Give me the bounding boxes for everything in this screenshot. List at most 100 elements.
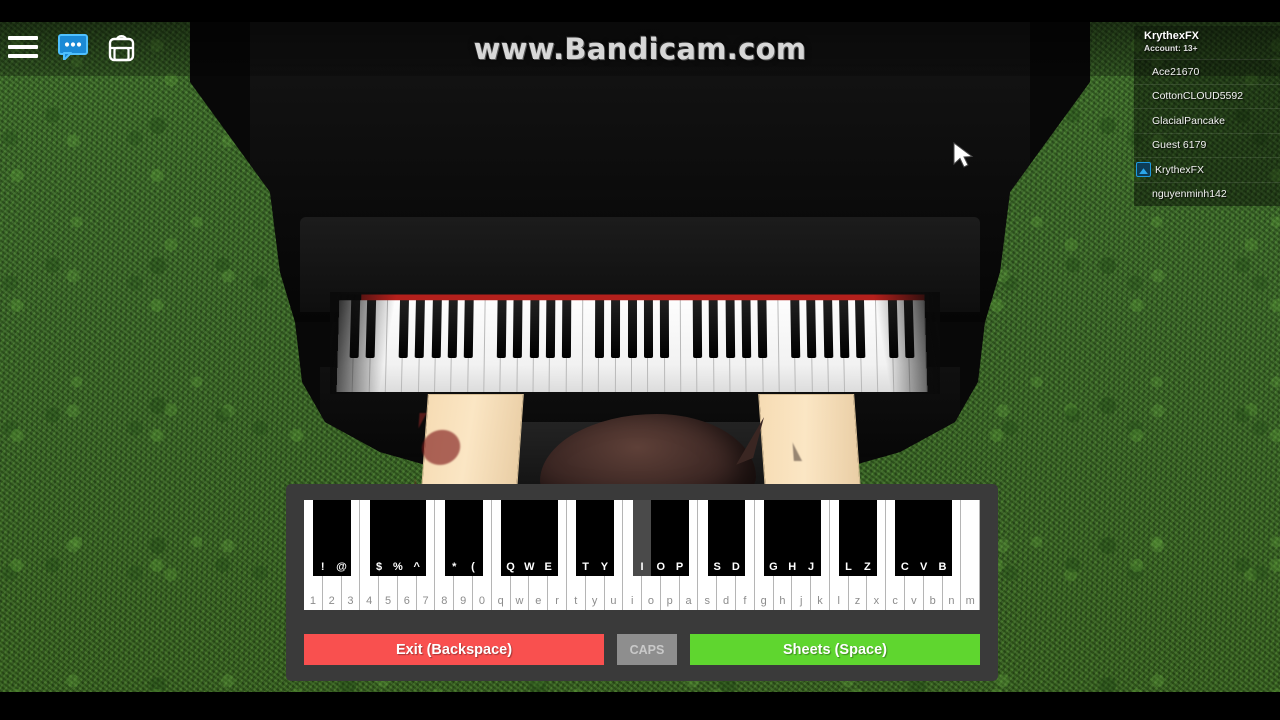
piano-3d-black-key[interactable] [806, 300, 817, 359]
piano-3d-black-key[interactable] [838, 300, 850, 359]
virtual-black-key[interactable]: % [388, 500, 408, 576]
player-list-item[interactable]: Ace21670 [1134, 59, 1280, 84]
white-key-label: 8 [441, 595, 448, 607]
white-key-label: 4 [366, 595, 373, 607]
virtual-black-key[interactable]: ! [313, 500, 333, 576]
virtual-black-key[interactable]: * [444, 500, 464, 576]
piano-3d-black-keys[interactable] [338, 300, 927, 359]
virtual-black-key[interactable]: V [914, 500, 934, 576]
virtual-black-key[interactable]: T [576, 500, 596, 576]
piano-3d-keybed[interactable] [336, 294, 928, 393]
exit-button-label: Exit (Backspace) [395, 641, 513, 658]
white-key-label: u [610, 595, 617, 607]
white-key-label: h [779, 595, 786, 607]
white-key-label: t [574, 595, 578, 607]
piano-3d-black-key[interactable] [447, 300, 458, 359]
virtual-black-key[interactable]: Q [501, 500, 521, 576]
caps-button[interactable]: CAPS [617, 634, 677, 665]
virtual-black-key[interactable]: $ [369, 500, 389, 576]
white-key-label: z [854, 595, 861, 607]
piano-3d-black-key[interactable] [790, 300, 801, 359]
piano-3d-black-key[interactable] [741, 300, 752, 359]
virtual-black-key[interactable]: H [782, 500, 802, 576]
virtual-black-key[interactable]: D [726, 500, 746, 576]
virtual-black-key[interactable]: J [801, 500, 821, 576]
virtual-keyboard[interactable]: 1 2 3 4 5 6 7 8 9 0 q w e r t y u i o p a s d f g h j k l z x c v b n m! @ $%… [304, 500, 981, 610]
white-key-label: r [555, 595, 559, 607]
player-name: Ace21670 [1152, 65, 1200, 78]
player-list-item[interactable]: nguyenminh142 [1134, 181, 1280, 206]
exit-button[interactable]: Exit (Backspace) [304, 634, 604, 665]
player-list-rows: Ace21670 CottonCLOUD5592 GlacialPancake Gue… [1134, 59, 1280, 206]
piano-3d-black-key[interactable] [512, 300, 523, 359]
black-key-label: * [452, 561, 457, 573]
black-key-label: T [582, 561, 590, 573]
white-key-label: 3 [347, 595, 354, 607]
virtual-black-key[interactable]: ^ [407, 500, 427, 576]
black-key-label: W [524, 561, 535, 573]
sheets-button[interactable]: Sheets (Space) [690, 634, 980, 665]
white-key-label: e [535, 595, 542, 607]
keyboard-action-buttons: Exit (Backspace) CAPS Sheets (Space) [304, 634, 980, 665]
player-name: Guest 6179 [1152, 139, 1207, 152]
virtual-black-key[interactable]: B [932, 500, 952, 576]
piano-3d-black-key[interactable] [692, 300, 702, 359]
piano-3d-black-key[interactable] [496, 300, 507, 359]
virtual-white-key[interactable]: m [961, 500, 981, 610]
virtual-black-key[interactable]: C [895, 500, 915, 576]
piano-3d-black-key[interactable] [708, 300, 719, 359]
black-key-label: C [900, 561, 909, 573]
piano-3d-black-key[interactable] [725, 300, 735, 359]
keybed-shadow-left [330, 292, 420, 394]
virtual-black-key[interactable]: O [651, 500, 671, 576]
virtual-black-key[interactable]: Z [857, 500, 877, 576]
player-list-item[interactable]: GlacialPancake [1134, 108, 1280, 133]
player-list-item[interactable]: KrythexFX [1134, 157, 1280, 182]
virtual-black-key[interactable]: G [763, 500, 783, 576]
virtual-black-key[interactable]: ( [463, 500, 483, 576]
piano-3d-black-key[interactable] [611, 300, 621, 359]
black-key-label: G [769, 561, 778, 573]
virtual-black-key[interactable]: W [519, 500, 539, 576]
white-key-label: i [630, 595, 634, 607]
black-key-label: J [807, 561, 815, 573]
player-list-item[interactable]: Guest 6179 [1134, 132, 1280, 157]
black-key-label: S [713, 561, 721, 573]
piano-3d-black-key[interactable] [660, 300, 670, 359]
white-key-label: l [837, 595, 840, 607]
piano-3d-black-key[interactable] [594, 300, 604, 359]
virtual-black-key[interactable]: P [670, 500, 690, 576]
virtual-black-key[interactable]: L [839, 500, 859, 576]
white-key-label: 6 [403, 595, 410, 607]
black-key-label: Z [863, 561, 871, 573]
virtual-black-key[interactable]: E [538, 500, 558, 576]
piano-3d-black-key[interactable] [463, 300, 474, 359]
white-key-label: 9 [460, 595, 467, 607]
player-list-item[interactable]: CottonCLOUD5592 [1134, 83, 1280, 108]
player-name: KrythexFX [1155, 163, 1205, 176]
piano-3d-black-key[interactable] [643, 300, 653, 359]
white-key-label: w [515, 595, 524, 607]
player-name: GlacialPancake [1152, 114, 1225, 127]
white-key-label: b [929, 595, 936, 607]
account-age-label: Account: 13+ [1144, 43, 1198, 53]
piano-3d-black-key[interactable] [431, 300, 442, 359]
virtual-black-key[interactable]: I [632, 500, 652, 576]
white-key-label: 2 [328, 595, 335, 607]
black-key-label: @ [336, 561, 347, 573]
piano-3d-black-key[interactable] [562, 300, 572, 359]
black-key-label: B [938, 561, 947, 573]
piano-3d-black-key[interactable] [529, 300, 539, 359]
hamburger-menu-icon[interactable] [8, 36, 38, 58]
piano-3d-black-key[interactable] [627, 300, 637, 359]
chat-icon[interactable] [58, 34, 88, 60]
roblox-topbar [8, 26, 135, 68]
piano-3d-black-key[interactable] [822, 300, 833, 359]
piano-3d-black-key[interactable] [757, 300, 768, 359]
virtual-black-key[interactable]: Y [594, 500, 614, 576]
virtual-black-key[interactable]: S [707, 500, 727, 576]
piano-3d-black-key[interactable] [545, 300, 556, 359]
virtual-black-key[interactable]: @ [332, 500, 352, 576]
backpack-icon[interactable] [108, 32, 135, 62]
player-name: CottonCLOUD5592 [1152, 90, 1244, 103]
